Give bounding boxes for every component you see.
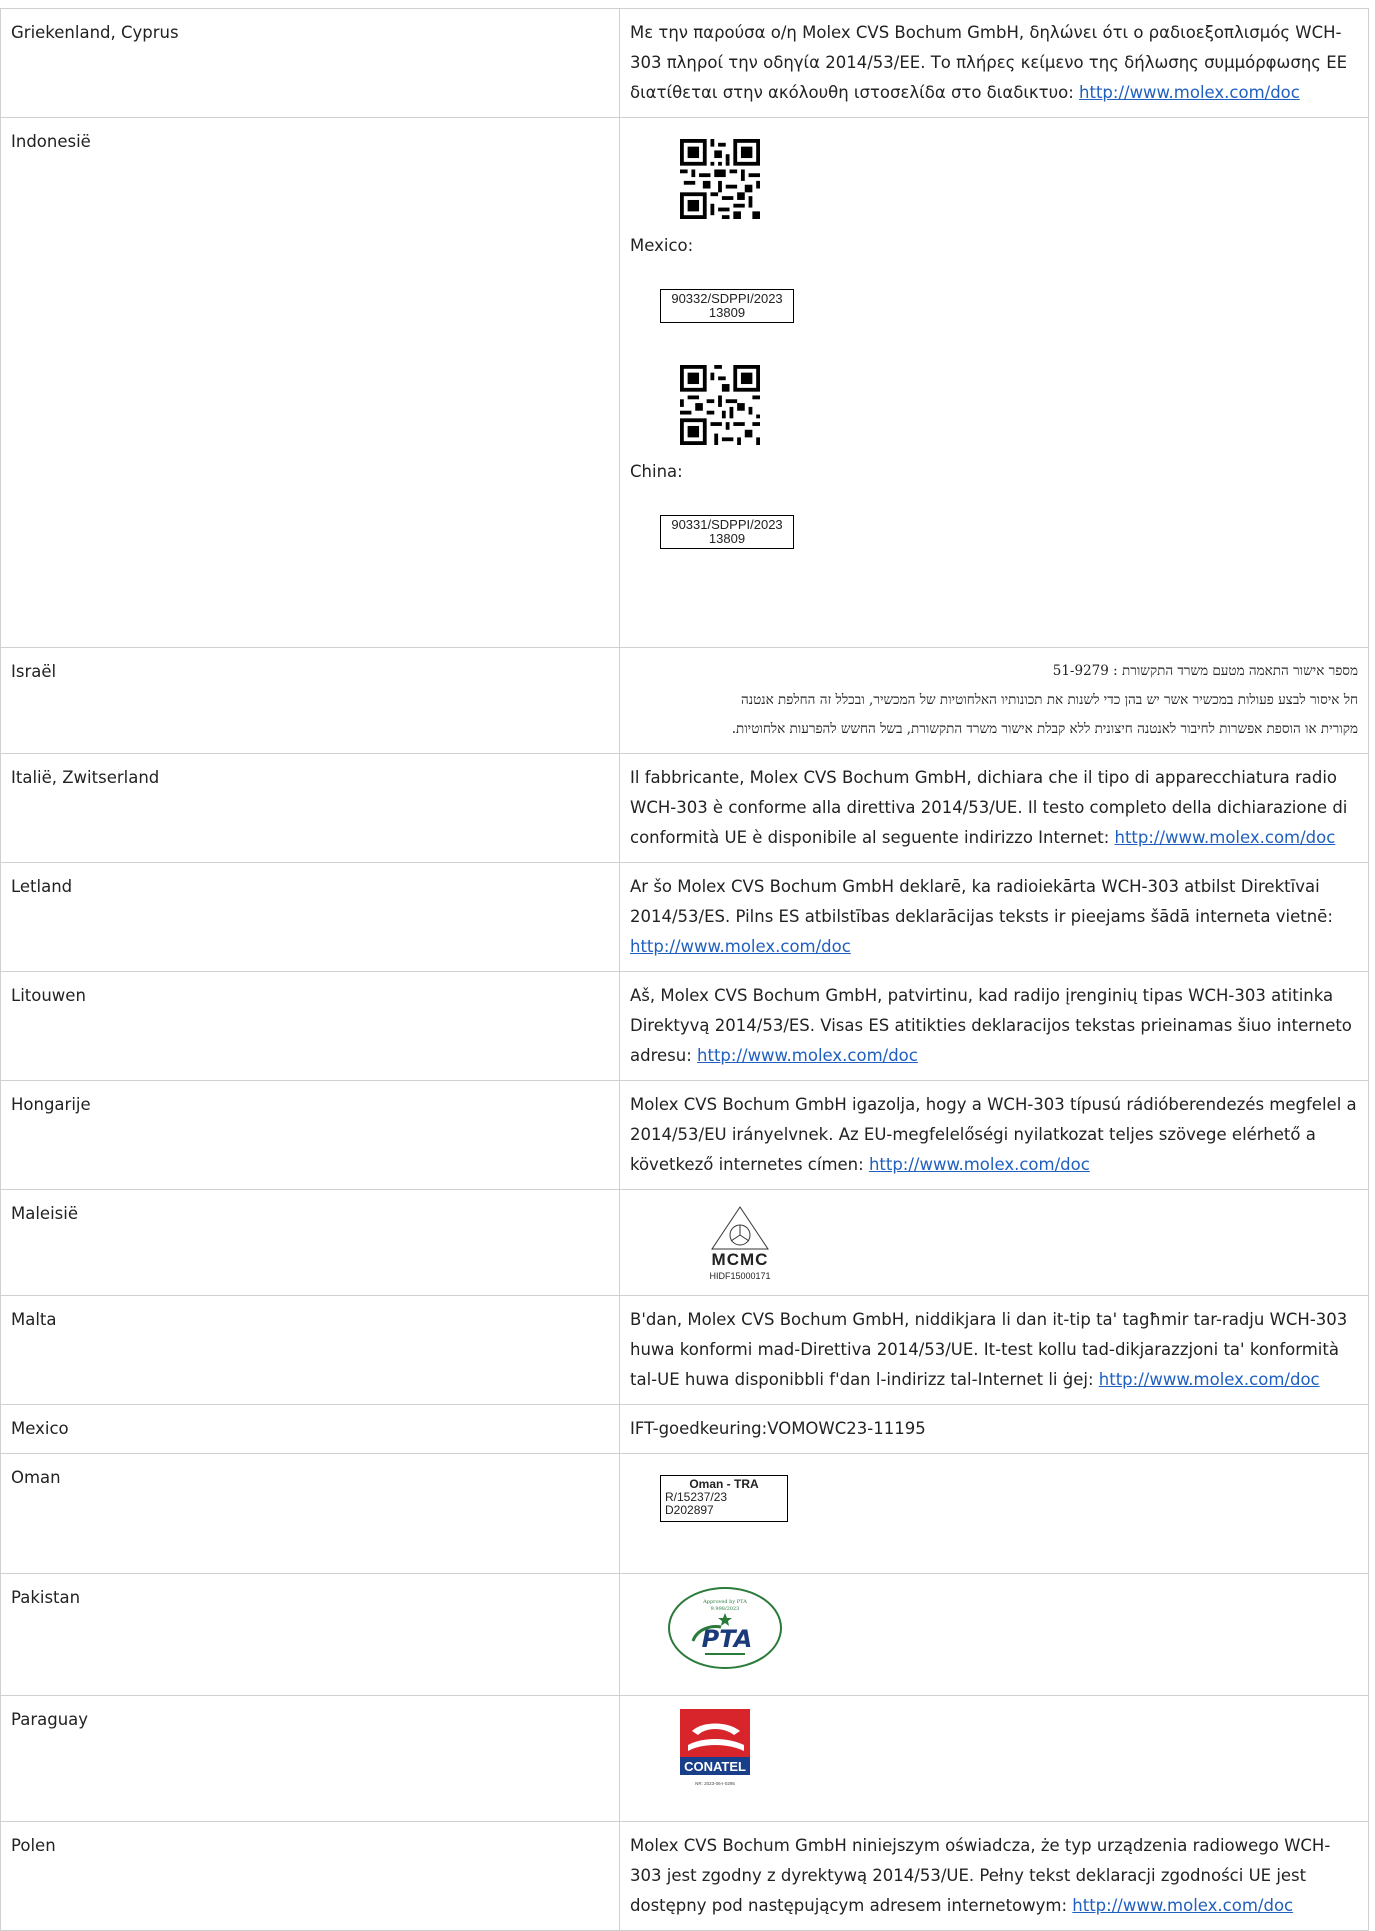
conformity-table: Griekenland, Cyprus Με την παρούσα ο/η M…: [0, 8, 1369, 1931]
oman-tra-label: Oman - TRA R/15237/23 D202897: [660, 1475, 788, 1522]
table-row: Paraguay CONATEL NR: 2023-06-I-0295: [0, 1695, 1369, 1822]
content-cell: CONATEL NR: 2023-06-I-0295: [619, 1695, 1369, 1822]
content-cell: Oman - TRA R/15237/23 D202897: [619, 1453, 1369, 1574]
table-row: Malta B'dan, Molex CVS Bochum GmbH, nidd…: [0, 1295, 1369, 1405]
doc-link[interactable]: http://www.molex.com/doc: [1115, 828, 1336, 847]
svg-text:NR: 2023-06-I-0295: NR: 2023-06-I-0295: [695, 1781, 735, 1786]
country-cell: Hongarije: [0, 1080, 620, 1190]
table-row: Hongarije Molex CVS Bochum GmbH igazolja…: [0, 1080, 1369, 1190]
certificate-label: 90331/SDPPI/2023 13809: [630, 515, 1358, 553]
content-cell: Mexico: 90332/SDPPI/2023 13809 China: 90…: [619, 117, 1369, 648]
content-cell: Aš, Molex CVS Bochum GmbH, patvirtinu, k…: [619, 971, 1369, 1081]
doc-link[interactable]: http://www.molex.com/doc: [697, 1046, 918, 1065]
qr-code-icon: [680, 365, 760, 445]
content-cell: Με την παρούσα ο/η Molex CVS Bochum GmbH…: [619, 8, 1369, 118]
country-cell: Griekenland, Cyprus: [0, 8, 620, 118]
mcmc-logo-icon: MCMC HIDF15000171: [709, 1206, 771, 1281]
content-cell: B'dan, Molex CVS Bochum GmbH, niddikjara…: [619, 1295, 1369, 1405]
country-cell: Letland: [0, 862, 620, 972]
svg-text:9.998/2023: 9.998/2023: [711, 1606, 740, 1612]
country-cell: Indonesië: [0, 117, 620, 648]
svg-text:CONATEL: CONATEL: [684, 1759, 746, 1774]
country-cell: Maleisië: [0, 1189, 620, 1296]
country-cell: Paraguay: [0, 1695, 620, 1822]
content-cell: MCMC HIDF15000171: [619, 1189, 1369, 1296]
svg-text:MCMC: MCMC: [712, 1250, 769, 1269]
doc-link[interactable]: http://www.molex.com/doc: [1079, 83, 1300, 102]
table-row: Mexico IFT-goedkeuring:VOMOWC23-11195: [0, 1404, 1369, 1454]
country-cell: Polen: [0, 1821, 620, 1931]
conatel-logo-icon: CONATEL NR: 2023-06-I-0295: [680, 1709, 750, 1786]
table-row: Griekenland, Cyprus Με την παρούσα ο/η M…: [0, 8, 1369, 118]
table-row: Maleisië MCMC HIDF15000171: [0, 1189, 1369, 1296]
country-cell: Italië, Zwitserland: [0, 753, 620, 863]
doc-link[interactable]: http://www.molex.com/doc: [1099, 1370, 1320, 1389]
content-cell: Approved by PTA 9.998/2023 PTA: [619, 1573, 1369, 1696]
country-cell: Litouwen: [0, 971, 620, 1081]
svg-text:HIDF15000171: HIDF15000171: [709, 1271, 770, 1281]
table-row: Italië, Zwitserland Il fabbricante, Mole…: [0, 753, 1369, 863]
content-cell: Molex CVS Bochum GmbH niniejszym oświadc…: [619, 1821, 1369, 1931]
declaration-text: Ar šo Molex CVS Bochum GmbH deklarē, ka …: [630, 877, 1333, 926]
country-cell: Israël: [0, 647, 620, 754]
table-row: Indonesië Mexico: 90332/SDPPI/2023 13809…: [0, 117, 1369, 648]
country-cell: Pakistan: [0, 1573, 620, 1696]
country-cell: Mexico: [0, 1404, 620, 1454]
table-row: Israël מספר אישור התאמה מטעם משרד התקשור…: [0, 647, 1369, 754]
content-cell: Molex CVS Bochum GmbH igazolja, hogy a W…: [619, 1080, 1369, 1190]
warning-text: חל איסור לבצע פעולות במכשיר אשר יש בהן כ…: [740, 692, 1358, 708]
table-row: Polen Molex CVS Bochum GmbH niniejszym o…: [0, 1821, 1369, 1931]
mexico-label: Mexico:: [630, 236, 694, 255]
content-cell: IFT-goedkeuring:VOMOWC23-11195: [619, 1404, 1369, 1454]
table-row: Oman Oman - TRA R/15237/23 D202897: [0, 1453, 1369, 1574]
doc-link[interactable]: http://www.molex.com/doc: [630, 937, 851, 956]
warning-text: מקורית או הוספת אפשרות לחיבור לאנטנה חיצ…: [731, 721, 1358, 737]
china-label: China:: [630, 462, 683, 481]
content-cell: Il fabbricante, Molex CVS Bochum GmbH, d…: [619, 753, 1369, 863]
country-cell: Malta: [0, 1295, 620, 1405]
table-row: Litouwen Aš, Molex CVS Bochum GmbH, patv…: [0, 971, 1369, 1081]
doc-link[interactable]: http://www.molex.com/doc: [869, 1155, 1090, 1174]
svg-text:Approved by PTA: Approved by PTA: [702, 1599, 747, 1605]
certificate-label: 90332/SDPPI/2023 13809: [630, 289, 1358, 327]
approval-number-text: מספר אישור התאמה מטעם משרד התקשורת : 51-…: [1052, 663, 1358, 679]
pta-logo-icon: Approved by PTA 9.998/2023 PTA: [668, 1587, 782, 1669]
content-cell: Ar šo Molex CVS Bochum GmbH deklarē, ka …: [619, 862, 1369, 972]
country-cell: Oman: [0, 1453, 620, 1574]
table-row: Letland Ar šo Molex CVS Bochum GmbH dekl…: [0, 862, 1369, 972]
svg-text:PTA: PTA: [702, 1625, 753, 1653]
qr-code-icon: [680, 139, 760, 219]
content-cell: מספר אישור התאמה מטעם משרד התקשורת : 51-…: [619, 647, 1369, 754]
table-row: Pakistan Approved by PTA 9.998/2023 PTA: [0, 1573, 1369, 1696]
